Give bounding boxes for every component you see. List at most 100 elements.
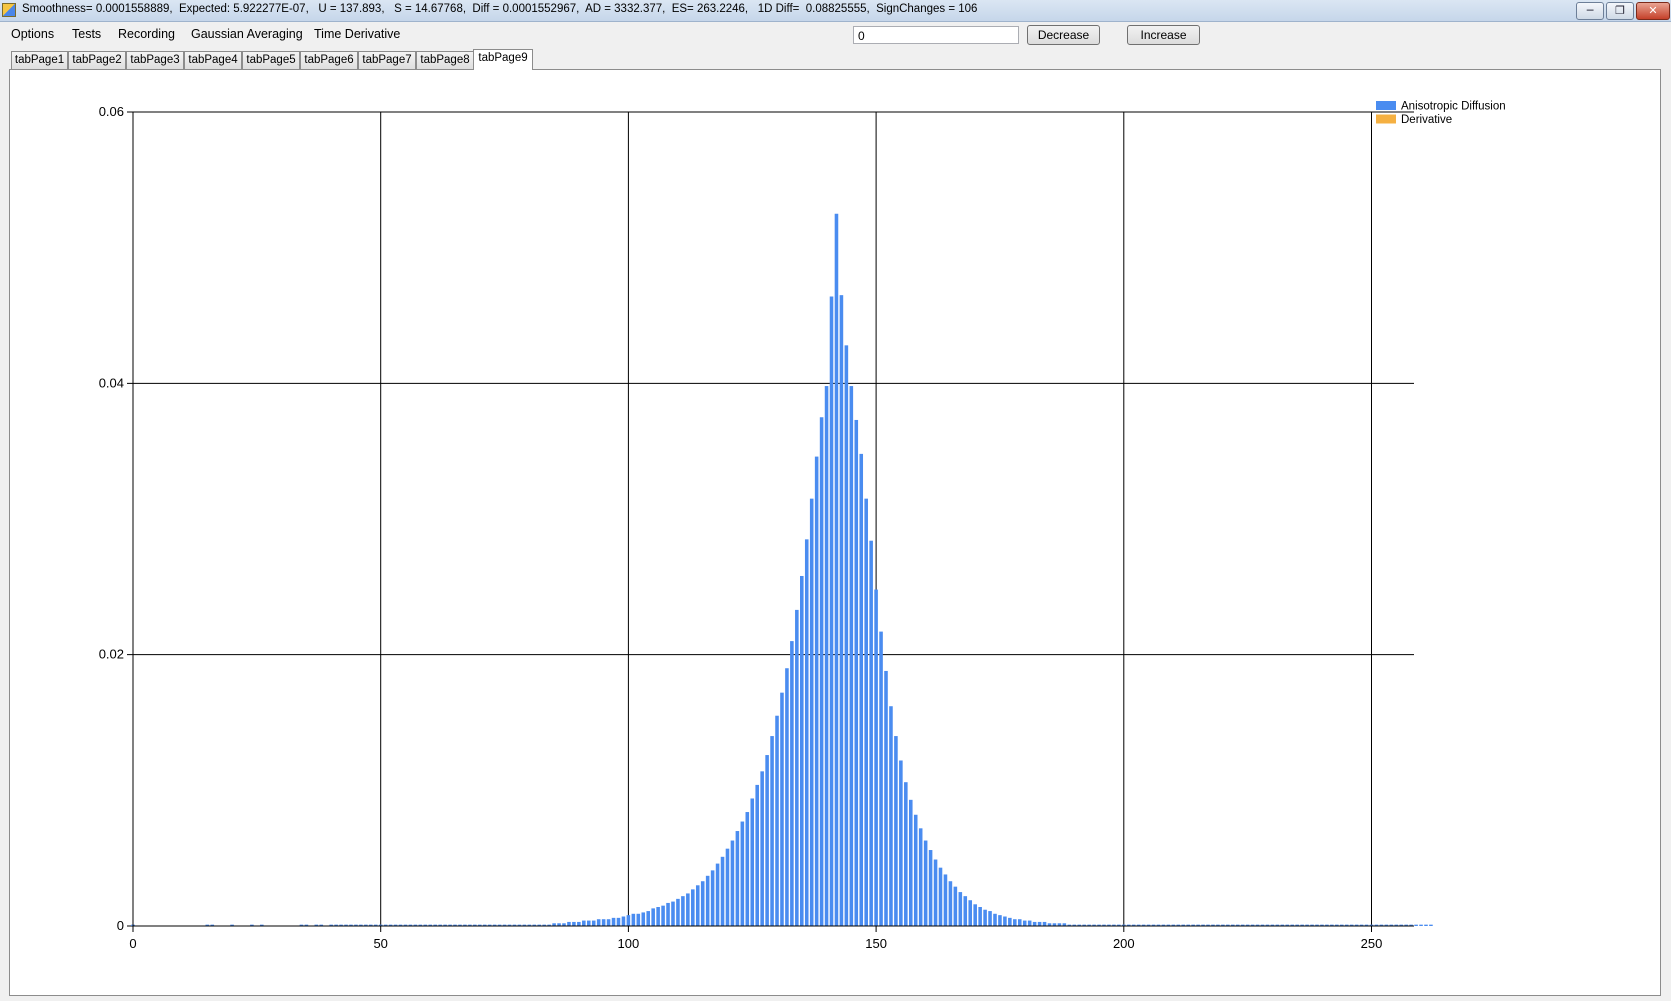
y-tick-label: 0.06 xyxy=(99,104,124,119)
histogram-bar xyxy=(988,911,992,926)
app-icon[interactable] xyxy=(2,3,16,17)
menu-bar: Options Tests Recording Gaussian Averagi… xyxy=(0,22,1671,46)
minimize-button[interactable]: ─ xyxy=(1576,2,1604,20)
menu-tests[interactable]: Tests xyxy=(72,27,101,41)
histogram-bar xyxy=(661,905,665,926)
histogram-bar xyxy=(567,921,571,926)
histogram-bar xyxy=(923,840,928,926)
y-tick-label: 0.02 xyxy=(99,647,124,662)
tab-page-5[interactable]: tabPage5 xyxy=(242,51,300,69)
tab-page-2[interactable]: tabPage2 xyxy=(68,51,126,69)
histogram-bar xyxy=(1042,921,1047,926)
tab-page-4[interactable]: tabPage4 xyxy=(184,51,242,69)
histogram-bar xyxy=(770,736,774,926)
histogram-bar xyxy=(681,896,685,926)
histogram-bar xyxy=(943,874,948,926)
tab-page-3[interactable]: tabPage3 xyxy=(126,51,184,69)
histogram-bar xyxy=(745,812,750,926)
tab-strip: tabPage1 tabPage2 tabPage3 tabPage4 tabP… xyxy=(0,49,1671,70)
increase-button[interactable]: Increase xyxy=(1127,25,1200,45)
histogram-bar xyxy=(656,907,660,926)
histogram-bar xyxy=(1027,920,1032,926)
histogram-bar xyxy=(983,909,987,926)
histogram-bar xyxy=(666,902,670,926)
close-button[interactable]: ✕ xyxy=(1636,2,1670,20)
histogram-bar xyxy=(889,706,893,926)
y-tick-label: 0 xyxy=(117,918,124,933)
tab-page-9[interactable]: tabPage9 xyxy=(473,49,533,70)
histogram-bar xyxy=(973,904,977,926)
histogram-bar xyxy=(755,784,759,926)
chart-bars xyxy=(131,213,1433,927)
tab-page-8[interactable]: tabPage8 xyxy=(416,51,474,69)
histogram-bar xyxy=(780,692,784,926)
y-tick-label: 0.04 xyxy=(99,375,124,390)
histogram-bar xyxy=(616,917,621,926)
histogram-bar xyxy=(591,920,596,926)
value-input[interactable]: 0 xyxy=(853,26,1019,44)
tab-page-1[interactable]: tabPage1 xyxy=(11,51,68,69)
histogram-bar xyxy=(1003,916,1007,926)
menu-options[interactable]: Options xyxy=(11,27,54,41)
histogram-bar xyxy=(725,848,730,926)
histogram-bar xyxy=(621,916,626,926)
histogram-bar xyxy=(765,755,769,926)
histogram-bar xyxy=(844,345,849,926)
histogram-bar xyxy=(691,889,695,926)
histogram-bar xyxy=(908,799,913,926)
histogram-bar xyxy=(631,913,636,926)
menu-time-derivative[interactable]: Time Derivative xyxy=(314,27,400,41)
histogram-bar xyxy=(1414,924,1418,926)
x-tick-label: 100 xyxy=(618,936,640,951)
histogram-bar xyxy=(1008,917,1012,926)
restore-button[interactable]: ❐ xyxy=(1606,2,1634,20)
histogram-bar xyxy=(829,296,834,926)
histogram-bar xyxy=(963,896,968,926)
histogram-bar xyxy=(933,859,938,926)
histogram-bar xyxy=(606,919,611,926)
menu-recording[interactable]: Recording xyxy=(118,27,175,41)
histogram-bar xyxy=(695,885,700,926)
tab-page-6[interactable]: tabPage6 xyxy=(300,51,358,69)
histogram-bar xyxy=(968,900,973,926)
histogram-bar xyxy=(913,814,918,926)
histogram-bar xyxy=(735,831,740,926)
histogram-bar xyxy=(651,908,655,926)
minimize-icon: ─ xyxy=(1586,4,1594,17)
histogram-bar xyxy=(676,898,680,926)
legend-swatch xyxy=(1376,101,1396,110)
histogram-bar xyxy=(958,892,963,926)
tab-panel: 0 0.02 0.04 0.06 0 50 100 150 200 250 Anisotropic… xyxy=(9,69,1661,996)
histogram-bar xyxy=(928,850,933,926)
histogram-bar xyxy=(874,589,878,926)
histogram-bar xyxy=(800,575,804,926)
histogram-bar xyxy=(978,907,982,926)
histogram-bar xyxy=(790,641,794,926)
histogram-bar xyxy=(918,828,923,926)
tab-page-7[interactable]: tabPage7 xyxy=(358,51,416,69)
histogram-bar xyxy=(809,498,814,926)
histogram-bar xyxy=(775,715,779,926)
histogram-bar xyxy=(785,668,789,926)
histogram-chart: 0 0.02 0.04 0.06 0 50 100 150 200 250 Anisotropic… xyxy=(99,101,1506,952)
histogram-bar xyxy=(671,901,675,926)
histogram-bar xyxy=(1419,924,1423,926)
histogram-bar xyxy=(611,917,616,926)
title-bar[interactable]: Smoothness= 0.0001558889, Expected: 5.92… xyxy=(0,0,1671,22)
histogram-bar xyxy=(904,782,908,926)
legend-swatch xyxy=(1376,114,1396,124)
histogram-bar xyxy=(814,456,819,926)
histogram-bar xyxy=(1032,921,1037,926)
histogram-bar xyxy=(582,920,586,926)
decrease-button[interactable]: Decrease xyxy=(1027,25,1100,45)
window-title: Smoothness= 0.0001558889, Expected: 5.92… xyxy=(22,3,978,15)
histogram-bar xyxy=(834,213,839,926)
menu-gaussian-averaging[interactable]: Gaussian Averaging xyxy=(191,27,303,41)
legend-label: Anisotropic Diffusion xyxy=(1401,101,1506,113)
histogram-bar xyxy=(824,386,829,927)
x-tick-label: 200 xyxy=(1113,936,1135,951)
histogram-bar xyxy=(710,870,715,926)
legend-label: Derivative xyxy=(1401,114,1452,126)
chart-legend: Anisotropic DiffusionDerivative xyxy=(1376,101,1506,126)
histogram-bar xyxy=(1424,924,1428,926)
